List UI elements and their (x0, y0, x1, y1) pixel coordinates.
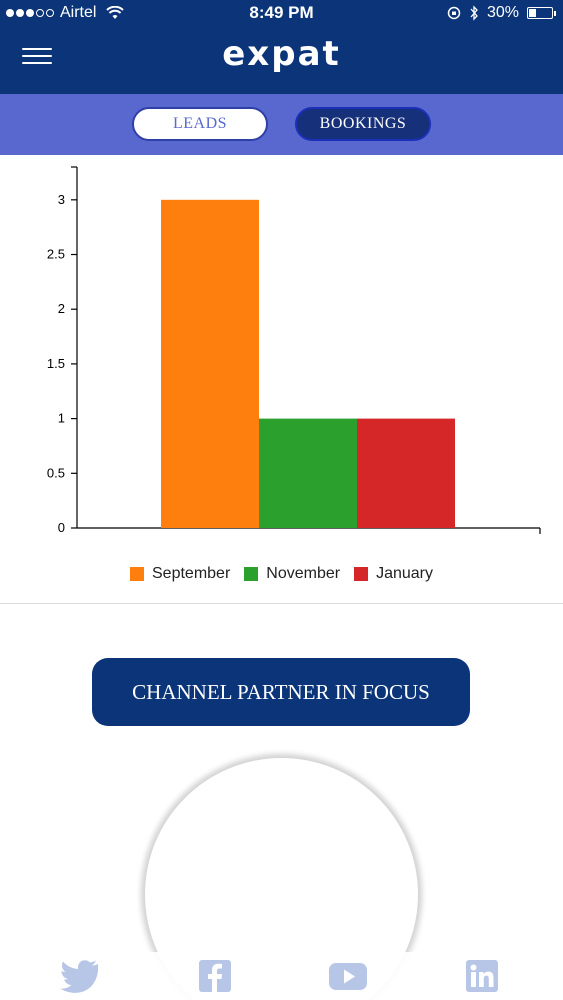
bar-chart: 0 0.5 1 1.5 2 2.5 3 (47, 166, 541, 535)
legend-label: January (376, 565, 433, 582)
bar-september (161, 199, 259, 528)
bookings-chart: 0 0.5 1 1.5 2 2.5 3 September November January (0, 155, 563, 603)
chart-legend: September November January (0, 565, 563, 583)
youtube-icon[interactable] (328, 958, 368, 994)
expat-logo: expat (222, 34, 341, 74)
bar-november (259, 418, 357, 528)
legend-item: September (130, 565, 230, 583)
linkedin-icon[interactable] (462, 958, 502, 994)
battery-percent: 30% (486, 4, 519, 21)
tab-bar: LEADS BOOKINGS (0, 94, 563, 155)
battery-fill (529, 9, 537, 17)
section-divider (0, 603, 563, 604)
channel-partner-in-focus-button[interactable]: CHANNEL PARTNER IN FOCUS (92, 658, 470, 726)
social-footer (0, 952, 563, 1000)
legend-swatch (354, 567, 369, 581)
facebook-icon[interactable] (195, 958, 235, 994)
legend-label: November (266, 565, 341, 582)
bar-january (357, 418, 455, 528)
legend-item: January (354, 565, 433, 583)
twitter-icon[interactable] (60, 958, 100, 994)
status-right: 30% (447, 4, 556, 22)
y-tick-label: 0 (58, 520, 65, 535)
tab-leads[interactable]: LEADS (132, 107, 268, 141)
y-tick-label: 2 (58, 301, 65, 316)
y-tick-label: 3 (58, 192, 65, 207)
y-tick-label: 1 (58, 411, 65, 426)
legend-swatch (130, 567, 144, 581)
battery-icon (527, 7, 556, 19)
legend-label: September (152, 565, 231, 582)
y-tick-label: 2.5 (47, 247, 65, 262)
tab-bookings[interactable]: BOOKINGS (295, 107, 431, 141)
y-tick-label: 1.5 (47, 356, 65, 371)
legend-swatch (244, 567, 259, 581)
app-header: expat (0, 26, 563, 94)
status-bar: Airtel 8:49 PM 30% (0, 0, 563, 26)
y-tick-label: 0.5 (47, 465, 65, 480)
legend-item: November (244, 565, 340, 583)
orientation-lock-icon (447, 6, 461, 20)
bluetooth-icon (470, 5, 478, 21)
